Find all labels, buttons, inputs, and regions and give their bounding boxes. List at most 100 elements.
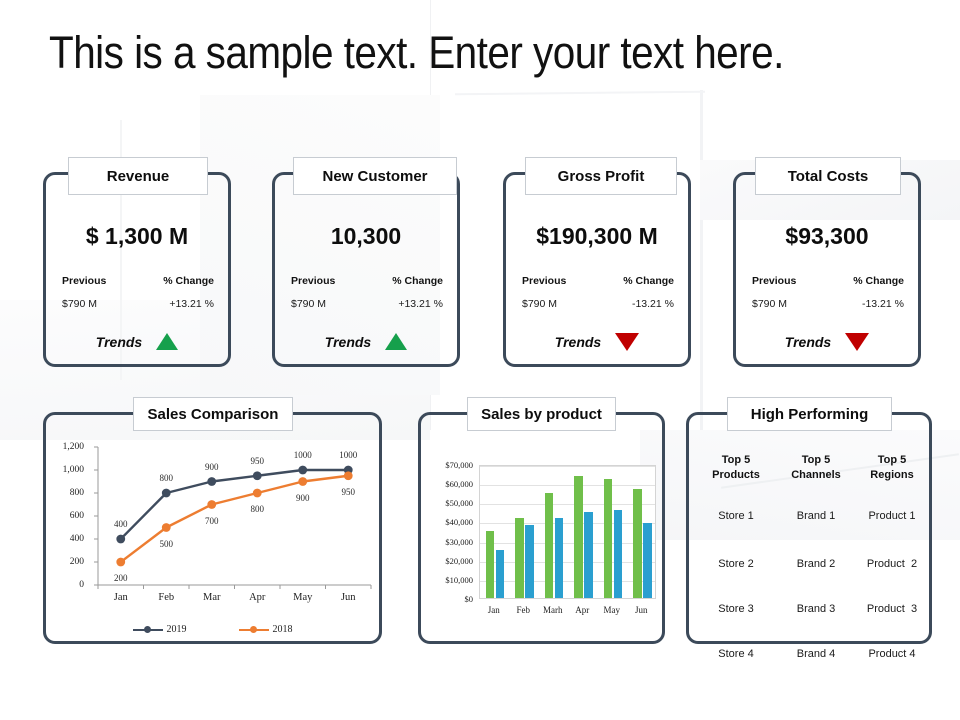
kpi-value: $ 1,300 M bbox=[85, 223, 189, 249]
kpi-value-row: $790 M -13.21 % bbox=[522, 298, 674, 310]
line-data-label: 700 bbox=[205, 515, 219, 526]
line-data-label: 800 bbox=[159, 473, 174, 483]
high-performing-column: Top 5 Regions Product 1 Product 2 Product 3… bbox=[849, 415, 935, 660]
line-data-point bbox=[207, 500, 217, 509]
high-performing-title: High Performing bbox=[727, 397, 892, 431]
bar-chart-bar bbox=[584, 511, 593, 598]
bar-chart-x-tick-label: Feb bbox=[516, 605, 531, 615]
line-chart-x-tick-label: Mar bbox=[203, 592, 221, 603]
trend-up-arrow-icon bbox=[385, 333, 408, 350]
kpi-value: $93,300 bbox=[785, 223, 869, 249]
kpi-card: $ 1,300 M Previous % Change $790 M +13.21 % T… bbox=[43, 172, 231, 367]
kpi-trend-row: Trends bbox=[506, 333, 688, 351]
kpi-previous-value: $790 M bbox=[62, 298, 98, 310]
kpi-change-value: +13.21 % bbox=[169, 298, 214, 310]
legend-swatch bbox=[132, 625, 163, 635]
table-cell: Brand 2 bbox=[796, 558, 836, 570]
kpi-value-row: $790 M +13.21 % bbox=[62, 298, 214, 310]
kpi-title: New Customer bbox=[293, 157, 457, 195]
kpi-change-label: % Change bbox=[623, 275, 674, 287]
kpi-value: 10,300 bbox=[330, 223, 402, 249]
line-data-point bbox=[298, 465, 308, 475]
legend-item: 2019 bbox=[132, 624, 187, 635]
bar-chart-y-tick-label: $30,000 bbox=[445, 536, 473, 547]
background-watermark bbox=[454, 90, 706, 96]
legend-label: 2018 bbox=[272, 624, 293, 635]
bar-chart-gridline bbox=[480, 561, 655, 563]
table-cell: Store 2 bbox=[718, 558, 754, 570]
kpi-change-value: -13.21 % bbox=[631, 298, 674, 310]
bar-chart-gridline bbox=[480, 542, 655, 544]
bar-chart-gridline bbox=[480, 466, 655, 467]
bar-chart-x-tick-label: Jun bbox=[634, 605, 648, 615]
kpi-header-row: Previous % Change bbox=[291, 275, 443, 287]
bar-chart-bar bbox=[544, 492, 553, 598]
kpi-trend-label: Trends bbox=[554, 334, 602, 350]
kpi-trend-row: Trends bbox=[46, 333, 228, 350]
slide-canvas: This is a sample text. Enter your text h… bbox=[0, 0, 960, 720]
bar-chart-y-tick-label: $70,000 bbox=[445, 460, 473, 470]
column-header: Top 5 Regions bbox=[870, 454, 914, 481]
bar-chart-gridline bbox=[480, 523, 655, 525]
kpi-previous-value: $790 M bbox=[752, 298, 788, 310]
line-data-label: 1000 bbox=[293, 450, 312, 460]
table-cell: Brand 4 bbox=[796, 648, 836, 660]
line-data-point bbox=[161, 523, 171, 532]
trend-up-arrow-icon bbox=[156, 333, 179, 350]
bar-chart-y-tick-label: $60,000 bbox=[445, 479, 473, 490]
high-performing-column: Top 5 Channels Brand 1 Brand 2 Brand 3 Brand… bbox=[777, 415, 855, 660]
line-chart-x-tick-label: Jan bbox=[113, 592, 128, 603]
sales-by-product-chart: $0 $10,000 $20,000 $30,000 $40,000 $50,000 $60… bbox=[421, 415, 662, 641]
legend-label: 2019 bbox=[166, 624, 187, 635]
line-data-label: 500 bbox=[159, 538, 174, 549]
sales-comparison-chart: 0 200 400 600 800 1,000 1,200 Jan Feb Mar Apr May Ju… bbox=[46, 415, 379, 641]
page-title: This is a sample text. Enter your text h… bbox=[49, 27, 784, 78]
bar-chart-bar bbox=[495, 550, 504, 598]
bar-chart-gridline bbox=[480, 504, 655, 506]
sales-comparison-title: Sales Comparison bbox=[133, 397, 293, 431]
kpi-previous-label: Previous bbox=[291, 275, 336, 287]
kpi-title: Revenue bbox=[68, 157, 208, 195]
kpi-card: $190,300 M Previous % Change $790 M -13.21 %… bbox=[503, 172, 691, 367]
line-chart-x-tick-label: Feb bbox=[158, 592, 175, 603]
kpi-previous-value: $790 M bbox=[522, 298, 558, 310]
bar-chart-y-tick-label: $20,000 bbox=[445, 555, 473, 566]
table-cell: Store 3 bbox=[718, 603, 754, 615]
sales-by-product-panel: $0 $10,000 $20,000 $30,000 $40,000 $50,000 $60… bbox=[418, 412, 665, 644]
sales-by-product-title: Sales by product bbox=[467, 397, 616, 431]
line-data-label: 900 bbox=[296, 492, 310, 503]
kpi-change-value: +13.21 % bbox=[398, 298, 443, 310]
bar-chart-bar bbox=[485, 531, 494, 598]
kpi-previous-label: Previous bbox=[522, 275, 567, 287]
bar-chart-plot bbox=[479, 465, 656, 599]
bar-chart-x-tick-label: May bbox=[603, 605, 621, 615]
sales-comparison-panel: 0 200 400 600 800 1,000 1,200 Jan Feb Mar Apr May Ju… bbox=[43, 412, 382, 644]
line-chart-x-tick-label: Jun bbox=[340, 592, 356, 603]
kpi-trend-label: Trends bbox=[784, 334, 832, 350]
legend-swatch bbox=[238, 625, 269, 635]
line-data-label: 1000 bbox=[339, 450, 358, 460]
line-data-point bbox=[298, 477, 308, 486]
column-header: Top 5 Channels bbox=[791, 454, 841, 481]
kpi-trend-label: Trends bbox=[95, 333, 143, 350]
bar-chart-bar bbox=[554, 517, 563, 598]
line-series-path bbox=[120, 474, 349, 563]
table-cell: Product 2 bbox=[866, 558, 918, 570]
trend-down-arrow-icon bbox=[845, 333, 870, 351]
line-data-point bbox=[161, 488, 171, 498]
bar-chart-y-tick-label: $40,000 bbox=[445, 517, 473, 528]
line-chart-x-tick-label: May bbox=[293, 592, 313, 603]
table-cell: Store 4 bbox=[718, 648, 754, 660]
line-data-label: 400 bbox=[114, 519, 128, 529]
high-performing-panel: Top 5 Products Store 1 Store 2 Store 3 Store… bbox=[686, 412, 935, 660]
line-chart-legend: 2019 2018 bbox=[46, 624, 379, 635]
kpi-change-label: % Change bbox=[163, 275, 214, 287]
bar-chart-bar bbox=[525, 525, 534, 598]
kpi-previous-label: Previous bbox=[752, 275, 797, 287]
line-data-point bbox=[116, 534, 126, 544]
line-data-label: 800 bbox=[250, 504, 265, 514]
table-cell: Store 1 bbox=[718, 510, 754, 522]
bar-chart-x-tick-label: Marh bbox=[543, 605, 563, 615]
kpi-change-label: % Change bbox=[853, 275, 904, 287]
kpi-title: Total Costs bbox=[755, 157, 901, 195]
